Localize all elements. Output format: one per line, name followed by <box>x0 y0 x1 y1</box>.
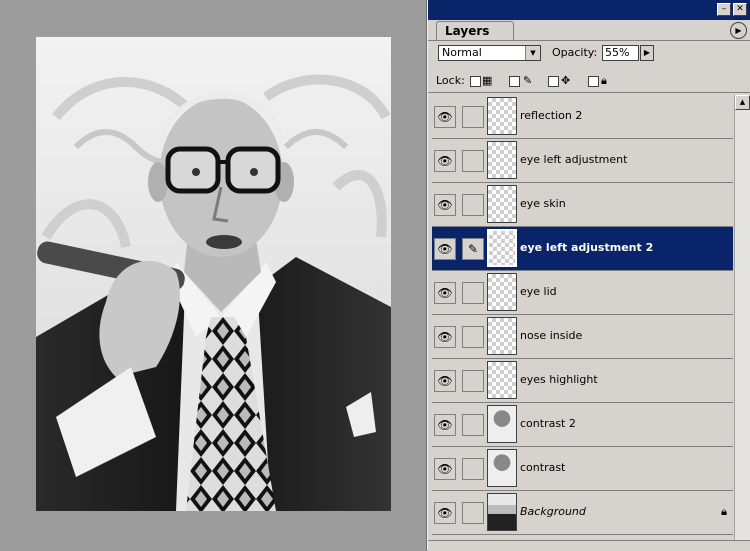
blend-mode-select[interactable]: Normal ▼ <box>438 45 541 61</box>
layer-name: nose inside <box>520 329 583 342</box>
eye-icon[interactable]: 👁︎ <box>434 502 456 524</box>
layer-row[interactable]: 👁︎ eye left adjustment <box>432 139 733 183</box>
eye-icon[interactable]: 👁︎ <box>434 370 456 392</box>
layer-name: eyes highlight <box>520 373 598 386</box>
layer-name: Background <box>520 505 586 518</box>
document-canvas[interactable] <box>36 37 391 511</box>
layer-row[interactable]: 👁︎ nose inside <box>432 315 733 359</box>
lock-icon: 🔒︎ <box>721 505 727 518</box>
layer-row[interactable]: 👁︎ contrast 2 <box>432 403 733 447</box>
layer-name: eye skin <box>520 197 566 210</box>
eye-icon[interactable]: 👁︎ <box>434 106 456 128</box>
layer-name: eye lid <box>520 285 557 298</box>
layer-list-scrollbar[interactable]: ▲ <box>734 95 750 540</box>
layer-row[interactable]: 👁︎ eye lid <box>432 271 733 315</box>
layer-row[interactable]: 👁︎ Background 🔒︎ <box>432 491 733 535</box>
eye-icon[interactable]: 👁︎ <box>434 150 456 172</box>
portrait-photo <box>36 37 391 511</box>
layer-thumbnail <box>487 493 517 531</box>
palette-menu-icon[interactable]: ▶ <box>730 22 747 39</box>
layer-row[interactable]: 👁︎ reflection 2 <box>432 95 733 139</box>
layer-name: contrast 2 <box>520 417 576 430</box>
link-cell[interactable] <box>462 458 484 480</box>
layer-thumbnail <box>487 97 517 135</box>
brush-icon[interactable]: ✎ <box>462 238 484 260</box>
tab-layers[interactable]: Layers <box>436 21 514 40</box>
palette-tab-row: Layers ▶ <box>428 20 750 41</box>
lock-label: Lock: <box>436 74 465 87</box>
eye-icon[interactable]: 👁︎ <box>434 414 456 436</box>
layer-thumbnail <box>487 273 517 311</box>
transparency-icon: ▦ <box>482 74 493 87</box>
close-button[interactable]: ✕ <box>733 3 747 16</box>
lock-position-checkbox[interactable] <box>548 76 559 87</box>
link-cell[interactable] <box>462 282 484 304</box>
link-cell[interactable] <box>462 370 484 392</box>
lock-image-checkbox[interactable] <box>509 76 520 87</box>
layer-thumbnail <box>487 449 517 487</box>
layer-thumbnail <box>487 185 517 223</box>
opacity-slider-arrow-icon[interactable]: ▶ <box>640 45 654 61</box>
layers-palette: – ✕ Layers ▶ Normal ▼ Opacity: 55% ▶ Loc… <box>427 0 750 551</box>
link-cell[interactable] <box>462 502 484 524</box>
eye-icon[interactable]: 👁︎ <box>434 238 456 260</box>
lock-row: Lock: ▦ ✎ ✥ 🔒︎ <box>436 74 746 90</box>
minimize-button[interactable]: – <box>717 3 731 16</box>
lock-icon: 🔒︎ <box>601 74 607 87</box>
layer-row[interactable]: 👁︎ ✎ eye left adjustment 2 <box>432 227 733 271</box>
link-cell[interactable] <box>462 150 484 172</box>
layer-name: eye left adjustment <box>520 153 628 166</box>
layer-thumbnail <box>487 229 517 267</box>
opacity-label: Opacity: <box>552 46 598 59</box>
layer-row[interactable]: 👁︎ eyes highlight <box>432 359 733 403</box>
opacity-input[interactable]: 55% <box>602 45 639 61</box>
link-cell[interactable] <box>462 106 484 128</box>
layer-list: 👁︎ reflection 2 👁︎ eye left adjustment 👁︎ eye… <box>432 95 733 540</box>
eye-icon[interactable]: 👁︎ <box>434 458 456 480</box>
brush-icon: ✎ <box>523 74 533 87</box>
lock-all-checkbox[interactable] <box>588 76 599 87</box>
chevron-down-icon[interactable]: ▼ <box>525 46 540 60</box>
link-cell[interactable] <box>462 326 484 348</box>
layer-row[interactable]: 👁︎ contrast <box>432 447 733 491</box>
eye-icon[interactable]: 👁︎ <box>434 194 456 216</box>
layer-thumbnail <box>487 141 517 179</box>
layer-name: eye left adjustment 2 <box>520 241 654 254</box>
palette-titlebar[interactable]: – ✕ <box>428 0 750 20</box>
move-icon: ✥ <box>561 74 571 87</box>
eye-icon[interactable]: 👁︎ <box>434 326 456 348</box>
lock-transparency-checkbox[interactable] <box>470 76 481 87</box>
scroll-up-icon[interactable]: ▲ <box>735 95 750 110</box>
palette-footer <box>428 540 750 551</box>
layer-thumbnail <box>487 361 517 399</box>
eye-icon[interactable]: 👁︎ <box>434 282 456 304</box>
divider <box>428 92 750 93</box>
layer-name: reflection 2 <box>520 109 583 122</box>
layer-thumbnail <box>487 317 517 355</box>
layer-name: contrast <box>520 461 566 474</box>
layer-row[interactable]: 👁︎ eye skin <box>432 183 733 227</box>
layer-thumbnail <box>487 405 517 443</box>
link-cell[interactable] <box>462 194 484 216</box>
link-cell[interactable] <box>462 414 484 436</box>
blend-mode-value: Normal <box>442 46 482 59</box>
